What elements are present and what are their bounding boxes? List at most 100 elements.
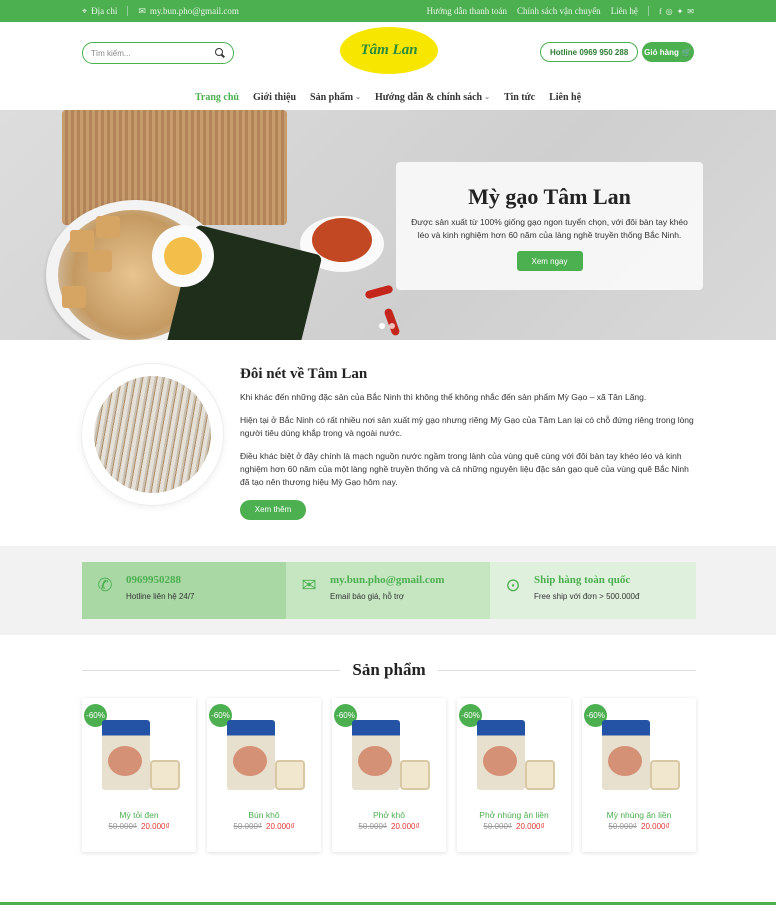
old-price: 50.000₫ xyxy=(358,822,387,831)
new-price: 20.000₫ xyxy=(266,822,295,831)
mail-icon[interactable]: ✉ xyxy=(687,7,694,16)
rice-noodle-image xyxy=(82,364,223,505)
product-name[interactable]: Phở khô xyxy=(332,810,446,820)
address-label: Địa chỉ xyxy=(91,6,118,16)
product-card[interactable]: -60% Bún khô 50.000₫ 20.000₫ xyxy=(207,698,321,852)
divider xyxy=(127,6,129,16)
address-link[interactable]: ⌖ Địa chỉ xyxy=(82,6,117,17)
contact-title: my.bun.pho@gmail.com xyxy=(330,574,445,586)
tofu-image xyxy=(88,250,112,272)
nav-contact[interactable]: Liên hệ xyxy=(549,92,581,103)
top-bar: ⌖ Địa chỉ ✉ my.bun.pho@gmail.com Hướng dẫn… xyxy=(0,0,776,22)
search-icon[interactable] xyxy=(215,48,225,58)
contact-sub: Email báo giá, hỗ trợ xyxy=(330,592,405,601)
slider-dot[interactable] xyxy=(379,323,385,329)
noodle-roll-image xyxy=(650,760,680,790)
product-price: 50.000₫ 20.000₫ xyxy=(457,822,571,831)
slider-dot[interactable] xyxy=(389,323,395,329)
tofu-image xyxy=(62,286,86,308)
nav-about[interactable]: Giới thiệu xyxy=(253,92,296,103)
divider xyxy=(82,669,341,671)
hero-card: Mỳ gạo Tâm Lan Được sản xuất từ 100% giố… xyxy=(396,162,703,290)
products-heading: Sản phẩm xyxy=(82,660,697,680)
search-input[interactable] xyxy=(91,48,211,58)
cart-button[interactable]: Giỏ hàng 🛒 xyxy=(642,42,694,62)
instagram-icon[interactable]: ◎ xyxy=(666,7,673,16)
search-box xyxy=(82,42,234,64)
tofu-image xyxy=(70,230,94,252)
divider xyxy=(437,669,697,671)
cart-icon: 🛒 xyxy=(681,47,692,57)
product-price: 50.000₫ 20.000₫ xyxy=(332,822,446,831)
contact-title: 0969950288 xyxy=(126,574,181,586)
chili-image xyxy=(364,284,394,300)
twitter-icon[interactable]: ✦ xyxy=(677,7,684,16)
nav-news[interactable]: Tin tức xyxy=(504,92,535,103)
contact-band: ✆ 0969950288 Hotline liên hệ 24/7 ✉ my.bu… xyxy=(0,546,776,635)
egg-image xyxy=(152,225,214,287)
tofu-image xyxy=(96,216,120,238)
logo-text: Tâm Lan xyxy=(360,42,418,58)
old-price: 50.000₫ xyxy=(108,822,137,831)
noodle-roll-image xyxy=(150,760,180,790)
location-icon: ⌖ xyxy=(82,5,88,16)
products-title: Sản phẩm xyxy=(352,660,426,679)
nav-guide[interactable]: Hướng dẫn & chính sách ⌄ xyxy=(375,92,490,103)
product-pack-image xyxy=(102,720,150,790)
shipping-policy-link[interactable]: Chính sách vận chuyển xyxy=(517,6,601,16)
payment-guide-link[interactable]: Hướng dẫn thanh toán xyxy=(427,6,507,16)
nav-home[interactable]: Trang chủ xyxy=(195,92,239,103)
email-label: my.bun.pho@gmail.com xyxy=(149,6,239,16)
phone-icon: ✆ xyxy=(97,575,113,595)
facebook-icon[interactable]: f xyxy=(659,7,662,16)
product-card[interactable]: -60% Mỳ nhúng ăn liền 50.000₫ 20.000₫ xyxy=(582,698,696,852)
contact-link[interactable]: Liên hệ xyxy=(611,6,638,16)
about-paragraph: Khi khác đến những đặc sản của Bắc Ninh … xyxy=(240,392,647,402)
nav-products-label: Sản phẩm xyxy=(310,91,354,103)
product-price: 50.000₫ 20.000₫ xyxy=(582,822,696,831)
product-card[interactable]: -60% Phở khô 50.000₫ 20.000₫ xyxy=(332,698,446,852)
contact-hotline[interactable]: ✆ 0969950288 Hotline liên hệ 24/7 xyxy=(82,562,286,619)
header: Tâm Lan Hotline 0969 950 288 Giỏ hàng🛒 xyxy=(0,22,776,84)
product-pack-image xyxy=(477,720,525,790)
noodle-roll-image xyxy=(400,760,430,790)
chevron-down-icon: ⌄ xyxy=(484,93,490,101)
email-link[interactable]: ✉ my.bun.pho@gmail.com xyxy=(138,6,239,17)
logo[interactable]: Tâm Lan xyxy=(340,27,438,74)
nav-products[interactable]: Sản phẩm ⌄ xyxy=(310,92,361,103)
contact-sub: Free ship với đơn > 500.000đ xyxy=(534,592,640,601)
product-name[interactable]: Mỳ nhúng ăn liền xyxy=(582,810,696,820)
new-price: 20.000₫ xyxy=(141,822,170,831)
cart-label: Giỏ hàng xyxy=(644,47,679,57)
contact-shipping[interactable]: ⊙ Ship hàng toàn quốc Free ship với đơn >… xyxy=(490,562,696,619)
hero-text: Được sản xuất từ 100% giống gạo ngon tuy… xyxy=(411,217,688,240)
social-links: f ◎ ✦ ✉ xyxy=(659,7,694,16)
noodle-roll-image xyxy=(525,760,555,790)
about-paragraph: Điều khác biệt ở đây chính là mạch nguồn… xyxy=(240,451,689,487)
product-card[interactable]: -60% Phở nhúng ăn liền 50.000₫ 20.000₫ xyxy=(457,698,571,852)
product-price: 50.000₫ 20.000₫ xyxy=(207,822,321,831)
noodle-roll-image xyxy=(275,760,305,790)
nav-guide-label: Hướng dẫn & chính sách xyxy=(374,91,483,103)
hotline-button[interactable]: Hotline 0969 950 288 xyxy=(540,42,639,62)
read-more-button[interactable]: Xem thêm xyxy=(240,499,306,520)
slider-dots xyxy=(379,323,395,329)
product-pack-image xyxy=(352,720,400,790)
product-name[interactable]: Mỳ tỏi đen xyxy=(82,810,196,820)
hero-banner: Mỳ gạo Tâm Lan Được sản xuất từ 100% giố… xyxy=(0,110,776,340)
product-name[interactable]: Bún khô xyxy=(207,810,321,820)
old-price: 50.000₫ xyxy=(608,822,637,831)
mail-icon: ✉ xyxy=(138,5,146,16)
product-card[interactable]: -60% Mỳ tỏi đen 50.000₫ 20.000₫ xyxy=(82,698,196,852)
contact-email[interactable]: ✉ my.bun.pho@gmail.com Email báo giá, hỗ … xyxy=(286,562,490,619)
chevron-down-icon: ⌄ xyxy=(355,93,361,101)
contact-title: Ship hàng toàn quốc xyxy=(534,574,631,586)
product-name[interactable]: Phở nhúng ăn liền xyxy=(457,810,571,820)
about-section: Đôi nét về Tâm Lan Khi khác đến những đặ… xyxy=(0,340,776,546)
product-pack-image xyxy=(602,720,650,790)
location-icon: ⊙ xyxy=(505,575,521,595)
view-now-button[interactable]: Xem ngay xyxy=(516,251,583,271)
contact-sub: Hotline liên hệ 24/7 xyxy=(126,592,195,601)
chili-image xyxy=(383,307,401,337)
about-paragraph: Hiện tại ở Bắc Ninh có rất nhiều nơi sản… xyxy=(240,415,694,438)
